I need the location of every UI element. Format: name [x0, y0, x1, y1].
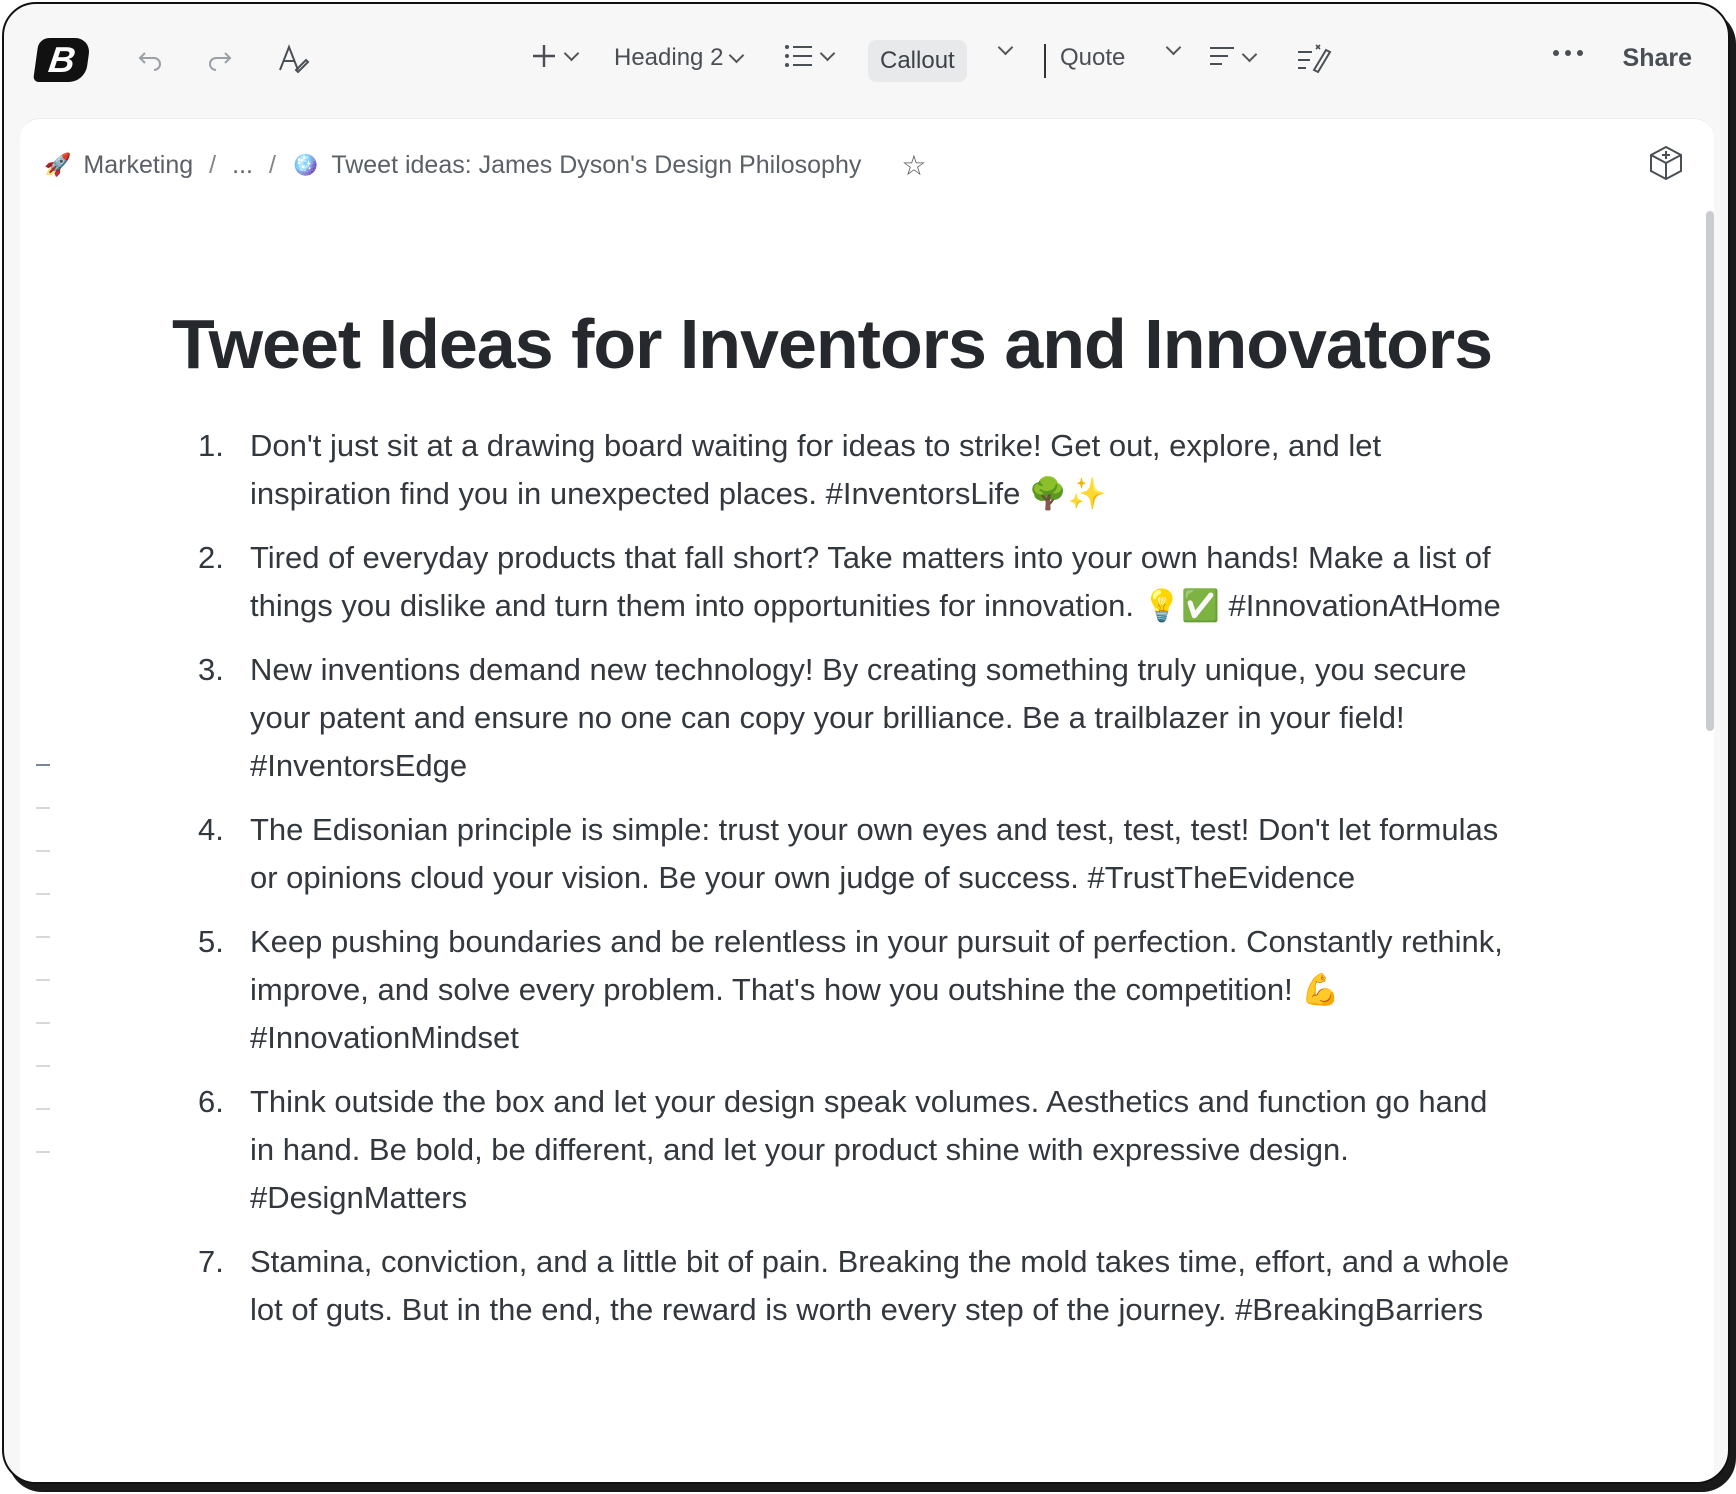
- list-number: 2.: [198, 540, 224, 575]
- app-window: B Heading 2 Callout Quote Share 🚀 Market…: [2, 2, 1730, 1484]
- editor-toolbar: B Heading 2 Callout Quote Share: [4, 4, 1728, 116]
- heading-select-label: Heading 2: [614, 44, 724, 71]
- breadcrumb-workspace[interactable]: Marketing: [83, 151, 193, 180]
- breadcrumb-separator: /: [268, 150, 276, 179]
- list-item[interactable]: 5. Keep pushing boundaries and be relentl…: [170, 918, 1520, 1062]
- breadcrumb-ellipsis[interactable]: ...: [232, 151, 253, 180]
- insert-block-button[interactable]: [530, 42, 580, 70]
- redo-icon[interactable]: [206, 44, 234, 72]
- list-number: 3.: [198, 652, 224, 687]
- cube-icon[interactable]: [1646, 143, 1686, 183]
- list-item-text: New inventions demand new technology! By…: [250, 652, 1467, 783]
- list-item-text: Don't just sit at a drawing board waitin…: [250, 428, 1382, 511]
- quote-label: Quote: [1060, 44, 1126, 71]
- chevron-down-icon: [997, 39, 1014, 56]
- list-number: 6.: [198, 1084, 224, 1119]
- toolbar-divider: [1044, 44, 1046, 78]
- clear-format-button[interactable]: [1296, 42, 1332, 74]
- page-emoji-icon: 🪩: [291, 152, 320, 177]
- list-item[interactable]: 3. New inventions demand new technology! …: [170, 646, 1520, 790]
- chevron-down-icon: [1165, 39, 1182, 56]
- list-number: 4.: [198, 812, 224, 847]
- outline-marker[interactable]: [36, 850, 50, 852]
- list-item-text: Tired of everyday products that fall sho…: [250, 540, 1501, 623]
- text-format-icon[interactable]: [276, 42, 310, 76]
- align-icon: [1210, 47, 1234, 65]
- chevron-down-icon: [729, 47, 745, 63]
- list-item[interactable]: 2. Tired of everyday products that fall s…: [170, 534, 1520, 630]
- outline-marker[interactable]: [36, 764, 50, 766]
- breadcrumb: 🚀 Marketing / ... / 🪩 Tweet ideas: James…: [44, 143, 926, 187]
- chevron-down-icon: [819, 45, 836, 61]
- outline-marker[interactable]: [36, 1108, 50, 1110]
- heading-select[interactable]: Heading 2: [614, 44, 745, 72]
- outline-marker[interactable]: [36, 1151, 50, 1153]
- bulleted-list-icon: [785, 45, 812, 67]
- quote-dropdown[interactable]: [1160, 39, 1182, 56]
- star-icon[interactable]: ☆: [901, 149, 926, 182]
- list-item[interactable]: 6. Think outside the box and let your des…: [170, 1078, 1520, 1222]
- callout-label: Callout: [880, 47, 955, 74]
- logo-letter: B: [46, 39, 78, 80]
- outline-marker[interactable]: [36, 936, 50, 938]
- plus-icon: [533, 45, 555, 67]
- chevron-down-icon: [1241, 46, 1258, 62]
- app-logo[interactable]: B: [32, 38, 92, 82]
- more-dots-icon[interactable]: [1552, 48, 1584, 58]
- callout-dropdown[interactable]: [992, 39, 1014, 56]
- list-item-text: Think outside the box and let your desig…: [250, 1084, 1488, 1215]
- chevron-down-icon: [563, 45, 580, 61]
- quote-button[interactable]: Quote: [1060, 44, 1125, 72]
- callout-button[interactable]: Callout: [868, 40, 967, 82]
- breadcrumb-separator: /: [209, 150, 217, 179]
- list-number: 1.: [198, 428, 224, 463]
- outline-marker[interactable]: [36, 1065, 50, 1067]
- rocket-icon: 🚀: [44, 152, 72, 177]
- list-item[interactable]: 7. Stamina, conviction, and a little bit …: [170, 1238, 1520, 1334]
- list-item[interactable]: 1. Don't just sit at a drawing board wait…: [170, 422, 1520, 518]
- list-item-text: Keep pushing boundaries and be relentles…: [250, 924, 1503, 1055]
- breadcrumb-page[interactable]: Tweet ideas: James Dyson's Design Philos…: [331, 151, 861, 180]
- list-item-text: Stamina, conviction, and a little bit of…: [250, 1244, 1510, 1327]
- list-style-button[interactable]: [784, 42, 836, 70]
- outline-marker[interactable]: [36, 807, 50, 809]
- document-title[interactable]: Tweet Ideas for Inventors and Innovators: [172, 304, 1493, 384]
- outline-marker[interactable]: [36, 979, 50, 981]
- list-item-text: The Edisonian principle is simple: trust…: [250, 812, 1499, 895]
- undo-icon[interactable]: [136, 44, 164, 72]
- share-button[interactable]: Share: [1623, 44, 1692, 73]
- clear-format-icon: [1298, 44, 1332, 74]
- scrollbar[interactable]: [1706, 211, 1714, 731]
- outline-marker[interactable]: [36, 893, 50, 895]
- outline-marker[interactable]: [36, 1022, 50, 1024]
- list-number: 5.: [198, 924, 224, 959]
- list-number: 7.: [198, 1244, 224, 1279]
- outline-markers: [36, 764, 50, 1194]
- list-item[interactable]: 4. The Edisonian principle is simple: tru…: [170, 806, 1520, 902]
- align-button[interactable]: [1208, 44, 1258, 70]
- tweet-list: 1. Don't just sit at a drawing board wait…: [170, 422, 1520, 1350]
